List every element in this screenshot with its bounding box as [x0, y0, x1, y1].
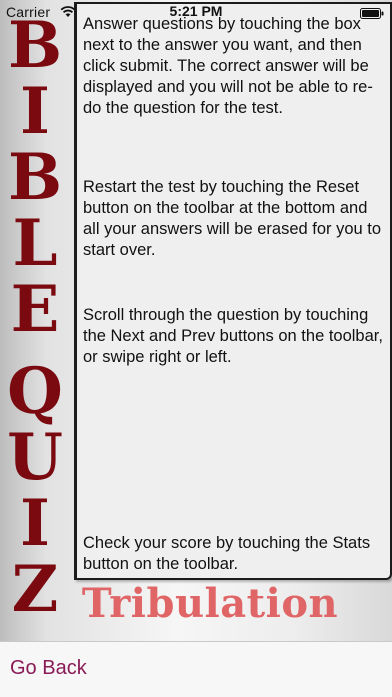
- title-letter: Q: [7, 354, 63, 429]
- status-bar: Carrier 5:21 PM: [0, 0, 392, 22]
- battery-icon: [360, 6, 384, 19]
- title-letter: E: [10, 272, 60, 347]
- title-letter: U: [7, 420, 63, 495]
- title-letter: B: [7, 140, 63, 215]
- instruction-scroll-questions: Scroll through the question by touching …: [83, 306, 383, 366]
- instruction-restart-test: Restart the test by touching the Reset b…: [83, 178, 382, 259]
- instructions-panel[interactable]: Answer questions by touching the box nex…: [74, 2, 392, 580]
- title-letter: I: [20, 486, 50, 561]
- go-back-button[interactable]: Go Back: [10, 657, 87, 680]
- instruction-answer-questions: Answer questions by touching the box nex…: [83, 15, 373, 117]
- title-letter: L: [12, 206, 58, 281]
- tribulation-subtitle: Tribulation: [81, 580, 339, 627]
- bible-quiz-vertical-title: B I B L E Q U I Z: [4, 14, 66, 624]
- title-letter: I: [20, 74, 50, 149]
- title-letter: B: [7, 8, 63, 83]
- status-time: 5:21 PM: [169, 3, 223, 19]
- bottom-toolbar: Go Back: [0, 641, 392, 697]
- instruction-check-score: Check your score by touching the Stats b…: [83, 534, 371, 573]
- title-letter: Z: [11, 552, 59, 627]
